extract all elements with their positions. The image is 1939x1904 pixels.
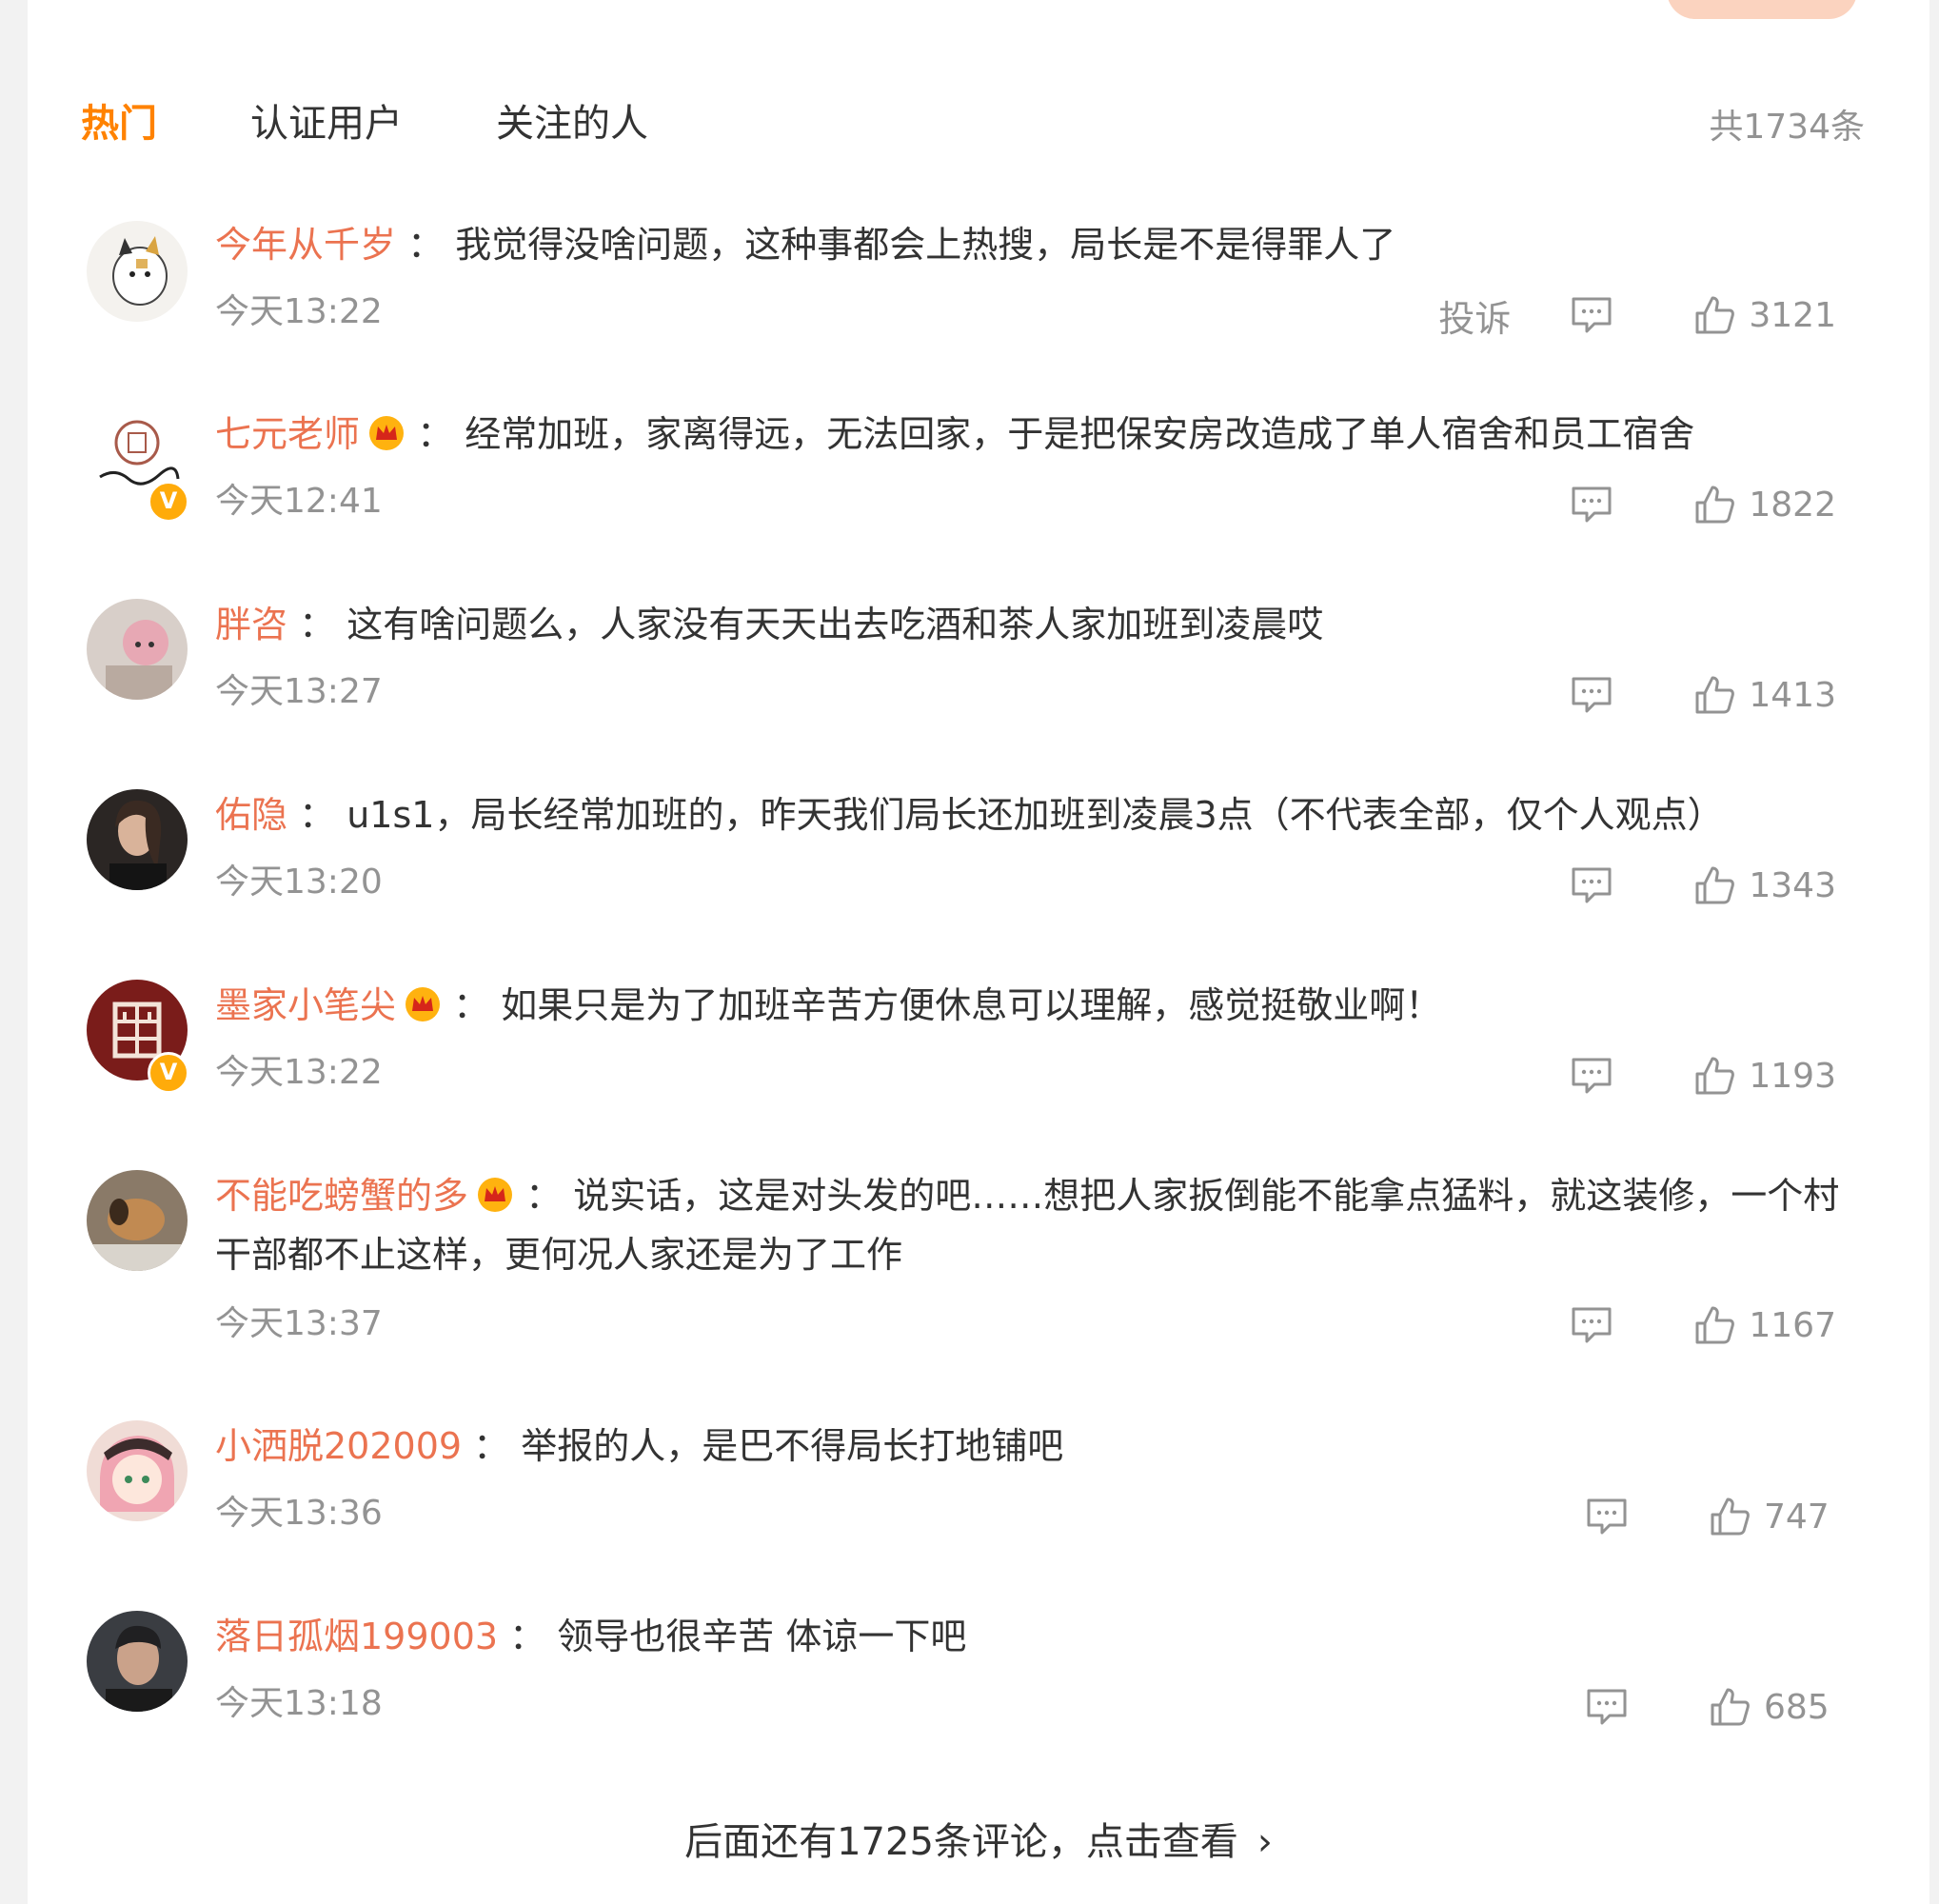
- comment-username[interactable]: 不能吃螃蟹的多: [215, 1175, 468, 1217]
- reply-icon[interactable]: [1570, 1056, 1613, 1096]
- reply-icon[interactable]: [1570, 675, 1613, 715]
- comment-username[interactable]: 今年从千岁: [215, 224, 396, 266]
- comment-actions: 1167: [1570, 1301, 1836, 1349]
- reply-icon[interactable]: [1570, 1305, 1613, 1345]
- comment-content: 不能吃螃蟹的多 ： 说实话，这是对头发的吧……想把人家扳倒能不能拿点猛料，就这装…: [215, 1175, 1840, 1276]
- thumbs-up-icon: [1695, 676, 1735, 714]
- comment-text: 领导也很辛苦 体谅一下吧: [557, 1616, 967, 1657]
- comment-content: 七元老师 ： 经常加班，家离得远，无法回家，于是把保安房改造成了单人宿舍和员工宿…: [215, 413, 1695, 455]
- comments-panel: 热门 认证用户 关注的人 共1734条 今年从千岁 ： 我觉得没啥问题，这种事都…: [28, 0, 1929, 1904]
- comment-total-count: 共1734条: [1709, 108, 1865, 147]
- crown-badge-icon: [478, 1178, 513, 1212]
- avatar[interactable]: [87, 221, 188, 322]
- thumbs-up-icon: [1711, 1497, 1750, 1536]
- like-count: 1413: [1749, 675, 1836, 715]
- comment-username[interactable]: 胖咨: [215, 604, 287, 645]
- comment-time: 今天13:18: [215, 1684, 383, 1723]
- like-button[interactable]: 1193: [1693, 1055, 1836, 1097]
- comment-text: 这有啥问题么，人家没有天天出去吃酒和茶人家加班到凌晨哎: [346, 604, 1324, 645]
- like-count: 3121: [1749, 295, 1836, 335]
- load-more-comments-link[interactable]: 后面还有1725条评论，点击查看 ›: [28, 1811, 1929, 1866]
- reply-icon[interactable]: [1570, 485, 1613, 525]
- comment-time: 今天13:27: [215, 672, 383, 711]
- comment-time: 今天13:22: [215, 292, 383, 331]
- comment-content: 小洒脱202009 ： 举报的人，是巴不得局长打地铺吧: [215, 1425, 1064, 1467]
- thumbs-up-icon: [1695, 1306, 1735, 1344]
- comment-text: 如果只是为了加班辛苦方便休息可以理解，感觉挺敬业啊！: [501, 984, 1442, 1026]
- comment-text: 我觉得没啥问题，这种事都会上热搜，局长是不是得罪人了: [455, 224, 1396, 266]
- tab-hot[interactable]: 热门: [81, 92, 157, 148]
- comment-content: 墨家小笔尖 ： 如果只是为了加班辛苦方便休息可以理解，感觉挺敬业啊！: [215, 984, 1442, 1026]
- like-button[interactable]: 1167: [1693, 1304, 1836, 1346]
- like-count: 1193: [1749, 1056, 1836, 1096]
- avatar[interactable]: [87, 599, 188, 700]
- avatar[interactable]: [87, 1611, 188, 1712]
- verified-badge-icon: V: [148, 1052, 189, 1094]
- like-button[interactable]: 747: [1709, 1496, 1836, 1537]
- thumbs-up-icon: [1695, 866, 1735, 904]
- like-button[interactable]: 1343: [1693, 864, 1836, 906]
- like-count: 1167: [1749, 1305, 1836, 1345]
- comment-time: 今天13:36: [215, 1494, 383, 1533]
- comment-text: 经常加班，家离得远，无法回家，于是把保安房改造成了单人宿舍和员工宿舍: [465, 413, 1695, 455]
- like-button[interactable]: 3121: [1693, 294, 1836, 336]
- avatar[interactable]: [87, 789, 188, 890]
- thumbs-up-icon: [1695, 1057, 1735, 1095]
- reply-icon[interactable]: [1585, 1687, 1629, 1727]
- comment-filter-tabs: 热门 认证用户 关注的人: [81, 92, 742, 148]
- like-button[interactable]: 685: [1709, 1686, 1836, 1728]
- like-count: 685: [1764, 1687, 1830, 1727]
- comment-time: 今天13:20: [215, 863, 383, 902]
- like-count: 747: [1764, 1497, 1830, 1537]
- comment-username[interactable]: 佑隐: [215, 794, 287, 836]
- tab-verified-users[interactable]: 认证用户: [250, 92, 403, 148]
- like-count: 1343: [1749, 865, 1836, 905]
- comment-actions: 1822: [1570, 481, 1836, 528]
- crown-badge-icon: [369, 416, 405, 450]
- like-count: 1822: [1749, 485, 1836, 525]
- comment-actions: 747: [1585, 1493, 1836, 1540]
- tab-following[interactable]: 关注的人: [496, 92, 648, 148]
- comment-content: 落日孤烟199003 ： 领导也很辛苦 体谅一下吧: [215, 1616, 967, 1657]
- comment-actions: 1193: [1570, 1052, 1836, 1100]
- report-button[interactable]: 投诉: [1438, 289, 1511, 342]
- comment-actions: 685: [1585, 1683, 1836, 1731]
- comment-username[interactable]: 小洒脱202009: [215, 1425, 462, 1467]
- comment-actions: 1413: [1570, 671, 1836, 719]
- comment-content: 胖咨 ： 这有啥问题么，人家没有天天出去吃酒和茶人家加班到凌晨哎: [215, 604, 1324, 645]
- reply-icon[interactable]: [1570, 295, 1613, 335]
- reply-icon[interactable]: [1585, 1497, 1629, 1537]
- chevron-right-icon: ›: [1256, 1820, 1273, 1864]
- avatar[interactable]: [87, 1420, 188, 1521]
- comment-time: 今天13:22: [215, 1053, 383, 1092]
- comment-content: 今年从千岁 ： 我觉得没啥问题，这种事都会上热搜，局长是不是得罪人了: [215, 224, 1396, 266]
- follow-button[interactable]: [1667, 0, 1857, 19]
- verified-badge-icon: V: [148, 481, 189, 523]
- like-button[interactable]: 1822: [1693, 484, 1836, 526]
- comment-actions: 投诉 3121: [1438, 289, 1836, 342]
- comment-actions: 1343: [1570, 862, 1836, 909]
- load-more-label: 后面还有1725条评论，点击查看: [684, 1820, 1238, 1864]
- comment-time: 今天13:37: [215, 1304, 383, 1343]
- comment-content: 佑隐 ： u1s1，局长经常加班的，昨天我们局长还加班到凌晨3点（不代表全部，仅…: [215, 794, 1724, 836]
- comment-text: 举报的人，是巴不得局长打地铺吧: [521, 1425, 1064, 1467]
- thumbs-up-icon: [1711, 1688, 1750, 1726]
- comment-username[interactable]: 墨家小笔尖: [215, 984, 396, 1026]
- avatar[interactable]: [87, 1170, 188, 1271]
- like-button[interactable]: 1413: [1693, 674, 1836, 716]
- comment-time: 今天12:41: [215, 482, 383, 521]
- comment-username[interactable]: 七元老师: [215, 413, 360, 455]
- thumbs-up-icon: [1695, 296, 1735, 334]
- comment-username[interactable]: 落日孤烟199003: [215, 1616, 498, 1657]
- thumbs-up-icon: [1695, 486, 1735, 524]
- reply-icon[interactable]: [1570, 865, 1613, 905]
- crown-badge-icon: [406, 987, 441, 1021]
- comment-text: u1s1，局长经常加班的，昨天我们局长还加班到凌晨3点（不代表全部，仅个人观点）: [346, 794, 1724, 836]
